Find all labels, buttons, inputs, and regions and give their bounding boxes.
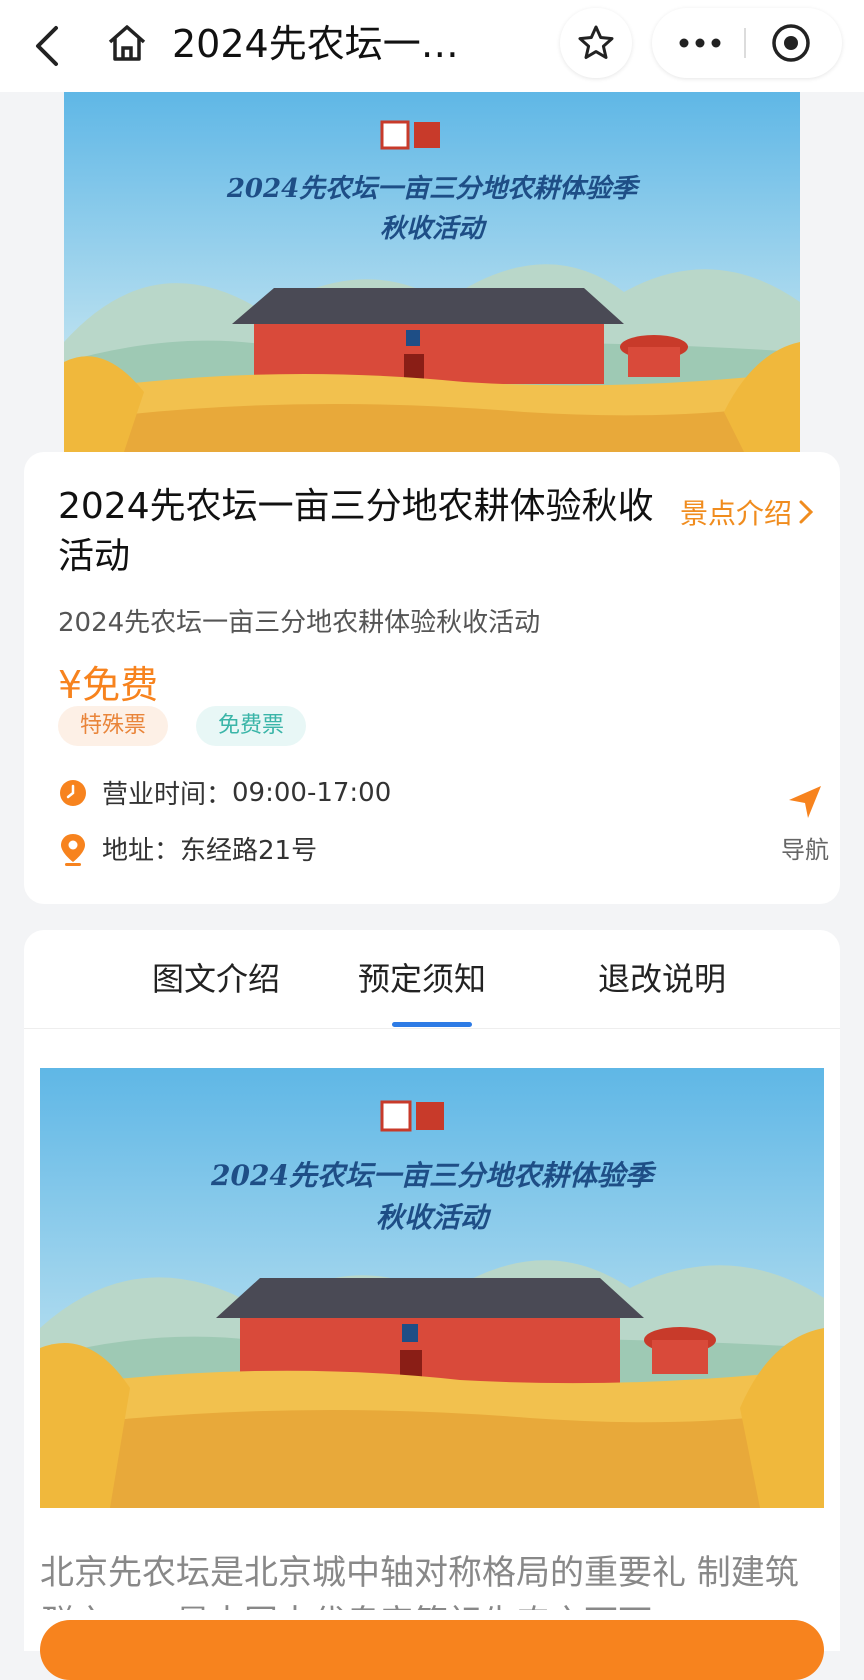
event-banner-image: 2024先农坛一亩三分地农耕体验季 秋收活动 [64,92,800,452]
hours-label: 营业时间： [102,780,233,810]
chevron-right-icon [799,500,814,524]
event-title: 2024先农坛一亩三分地农耕体验秋收活动 [58,486,654,577]
address-value: 东经路21号 [180,836,318,866]
home-icon[interactable] [104,20,150,66]
event-info-card: 2024先农坛一亩三分地农耕体验秋收活动 景点介绍 2024先农坛一亩三分地农耕… [24,452,840,904]
location-pin-icon [61,833,85,866]
capsule-divider [744,28,746,58]
navigate-button[interactable]: 导航 [770,782,840,865]
tab-bar: 图文介绍 预定须知 退改说明 [24,930,840,1029]
desc-banner-title-line1: 2024先农坛一亩三分地农耕体验季 [211,1159,653,1192]
more-icon [679,38,721,48]
clock-icon [60,779,86,806]
navigate-label: 导航 [781,836,829,864]
banner-title-line2: 秋收活动 [379,214,484,244]
page-title: 2024先农坛一… [172,22,459,66]
attraction-intro-link[interactable]: 景点介绍 [680,492,816,532]
hours-value: 09:00-17:00 [232,777,392,808]
attraction-intro-label: 景点介绍 [680,497,793,530]
banner-title-line1: 2024先农坛一亩三分地农耕体验季 [226,174,638,204]
business-hours-row: 营业时间： 09:00-17:00 [58,774,391,811]
tag-special-ticket: 特殊票 [58,706,169,746]
tab-booking-notice[interactable]: 预定须知 [322,954,522,1000]
tag-free-ticket: 免费票 [196,706,307,746]
navigation-arrow-icon [789,786,821,818]
capsule-menu [652,8,842,78]
top-nav-bar: 2024先农坛一… [0,0,864,92]
desc-banner-title-line2: 秋收活动 [375,1201,488,1234]
description-banner-image: 2024先农坛一亩三分地农耕体验季 秋收活动 [40,1068,824,1508]
event-subtitle: 2024先农坛一亩三分地农耕体验秋收活动 [58,608,541,638]
close-miniprogram-button[interactable] [770,22,812,64]
address-row: 地址： 东经路21号 [58,830,317,867]
book-now-button[interactable] [40,1620,824,1680]
tab-graphic-intro[interactable]: 图文介绍 [116,954,316,1000]
star-icon [578,25,614,59]
address-label: 地址： [102,836,181,866]
description-text: 北京先农坛是北京城中轴对称格局的重要礼 制建筑群之一，是中国古代皇帝等祀先农之下… [40,1553,799,1610]
more-button[interactable] [670,24,730,62]
target-circle-icon [772,24,810,62]
tab-refund-policy[interactable]: 退改说明 [562,954,762,1000]
favorite-button[interactable] [560,8,632,78]
back-arrow-icon[interactable] [28,22,68,70]
price: ¥免费 [58,663,159,707]
active-tab-indicator [392,1022,472,1027]
